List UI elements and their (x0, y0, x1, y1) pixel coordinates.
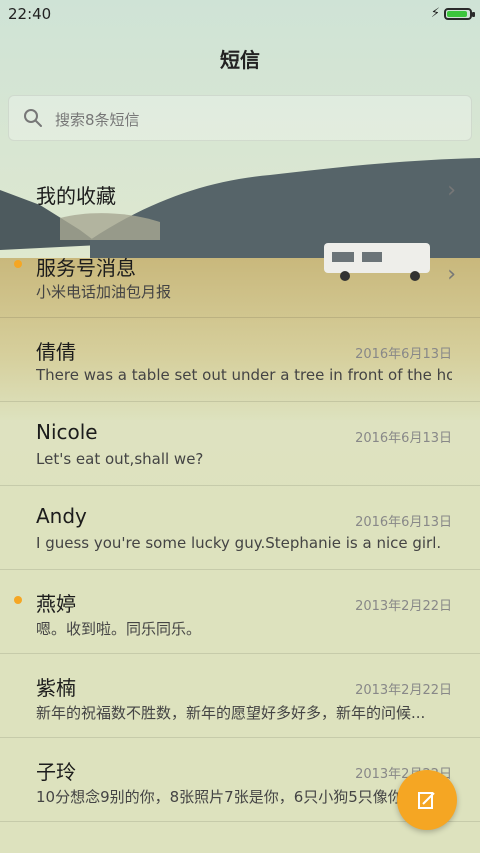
favorites-row[interactable]: 我的收藏 › (0, 150, 480, 234)
search-icon (23, 108, 43, 132)
conversation-row[interactable]: Nicole 2016年6月13日 Let's eat out,shall we? (0, 402, 480, 486)
message-preview: I guess you're some lucky guy.Stephanie … (36, 534, 442, 552)
contact-name: 紫楠 (36, 676, 76, 700)
status-bar: 22:40 ⚡ (0, 0, 480, 28)
service-preview: 小米电话加油包月报 (36, 283, 172, 301)
battery-icon (444, 7, 475, 20)
contact-name: Andy (36, 504, 87, 528)
service-name: 服务号消息 (36, 256, 136, 280)
message-preview: 新年的祝福数不胜数，新年的愿望好多好多，新年的问候... (36, 704, 426, 722)
message-preview: 嗯。收到啦。同乐同乐。 (36, 620, 202, 638)
contact-name: 燕婷 (36, 592, 76, 616)
message-date: 2013年2月22日 (355, 599, 452, 614)
message-preview: 10分想念9别的你，8张照片7张是你，6只小狗5只像你... (36, 788, 418, 806)
message-date: 2016年6月13日 (355, 515, 452, 530)
conversation-row[interactable]: 燕婷 2013年2月22日嗯。收到啦。同乐同乐。 (0, 570, 480, 654)
search-placeholder: 搜索8条短信 (55, 111, 140, 129)
conversation-row[interactable]: 紫楠 2013年2月22日新年的祝福数不胜数，新年的愿望好多好多，新年的问候... (0, 654, 480, 738)
search-input[interactable]: 搜索8条短信 (8, 95, 472, 141)
conversation-row[interactable]: Andy 2016年6月13日 I guess you're some lucky … (0, 486, 480, 570)
unread-dot (14, 596, 22, 604)
message-preview: Let's eat out,shall we? (36, 450, 204, 468)
compose-icon (418, 792, 435, 809)
contact-name: 子玲 (36, 760, 76, 784)
battery-level (447, 10, 467, 17)
compose-button[interactable] (397, 770, 457, 830)
chevron-right-icon: › (447, 178, 456, 203)
service-row[interactable]: 服务号消息 小米电话加油包月报 › (0, 234, 480, 318)
chevron-right-icon: › (447, 262, 456, 287)
message-preview: There was a table set out under a tree i… (36, 366, 452, 384)
conversation-row[interactable]: 倩倩 2016年6月13日 There was a table set out un… (0, 318, 480, 402)
status-icons: ⚡ (430, 6, 475, 21)
favorites-label: 我的收藏 (36, 184, 116, 208)
message-date: 2016年6月13日 (355, 347, 452, 362)
contact-name: Nicole (36, 420, 98, 444)
status-time: 22:40 (8, 5, 52, 23)
contact-name: 倩倩 (36, 340, 76, 364)
page-title: 短信 (220, 48, 260, 72)
unread-dot (14, 260, 22, 268)
lightning-icon: ⚡ (430, 6, 440, 21)
message-date: 2013年2月22日 (355, 683, 452, 698)
message-date: 2016年6月13日 (355, 431, 452, 446)
